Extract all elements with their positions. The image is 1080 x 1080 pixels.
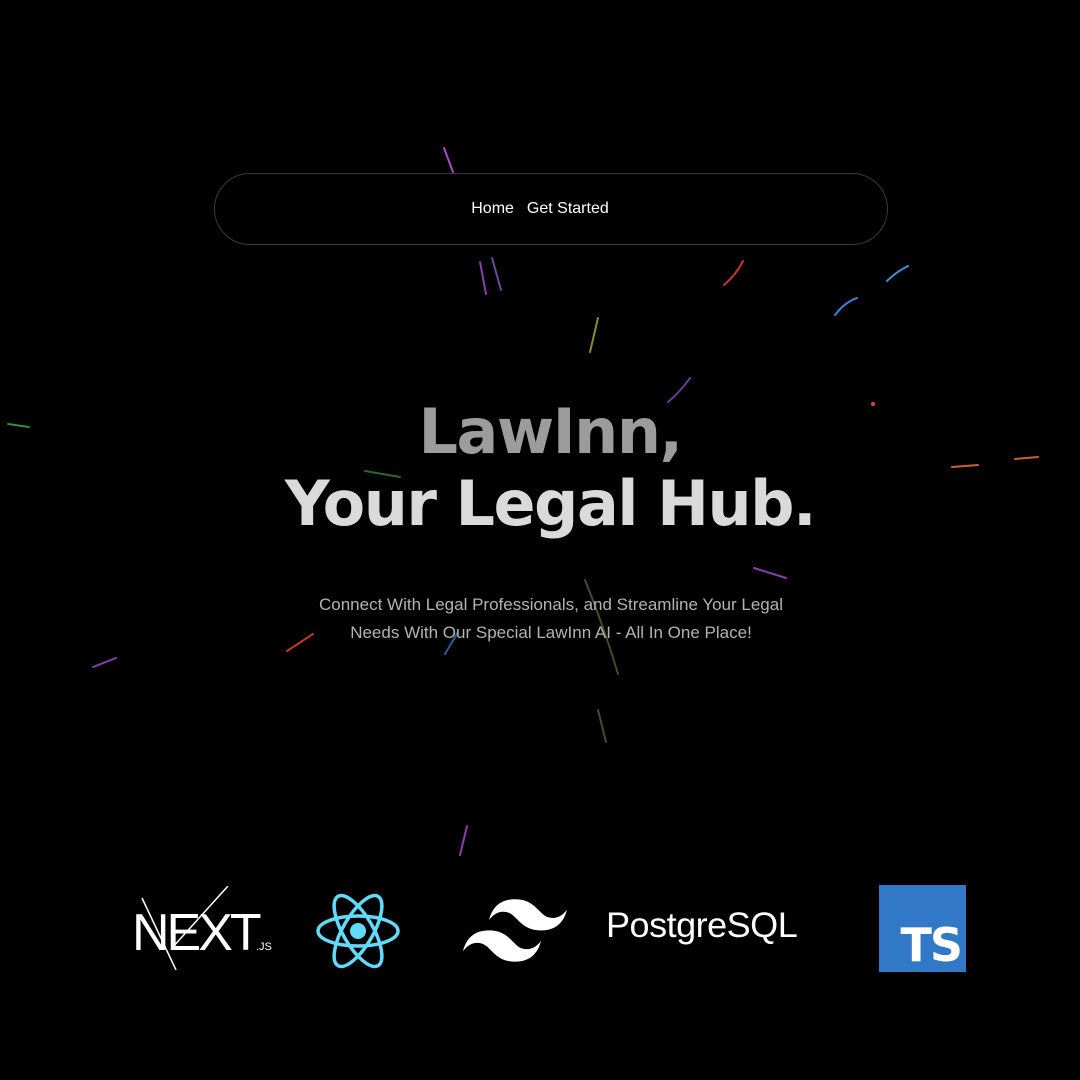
hero-title-line1: LawInn, (418, 395, 683, 468)
react-logo-icon (316, 893, 400, 969)
nextjs-logo-text: NEXT (132, 904, 261, 962)
hero-title: LawInn, Your Legal Hub. (0, 396, 1080, 540)
hero-subtitle: Connect With Legal Professionals, and St… (290, 591, 812, 647)
tech-logos-row: NEXT .JS PostgreSQL TS (0, 880, 1080, 980)
nav-links: Home Get Started (471, 200, 609, 218)
hero-title-line2: Your Legal Hub. (284, 467, 817, 540)
nav-get-started-link[interactable]: Get Started (527, 200, 609, 218)
top-navbar: Home Get Started (214, 173, 888, 245)
hero-subtitle-line2: Needs With Our Special LawInn AI - All I… (350, 623, 752, 642)
typescript-logo-text: TS (900, 918, 962, 972)
postgresql-wordmark-icon: PostgreSQL (606, 906, 798, 945)
hero-subtitle-line1: Connect With Legal Professionals, and St… (318, 595, 783, 614)
nextjs-logo-suffix: .JS (256, 941, 272, 953)
landing-page: Home Get Started LawInn, Your Legal Hub.… (0, 0, 1080, 1080)
nextjs-logo-icon: NEXT .JS (132, 886, 272, 970)
typescript-logo-icon: TS (879, 885, 966, 972)
tailwind-logo-icon (463, 899, 567, 962)
nav-home-link[interactable]: Home (471, 200, 514, 218)
